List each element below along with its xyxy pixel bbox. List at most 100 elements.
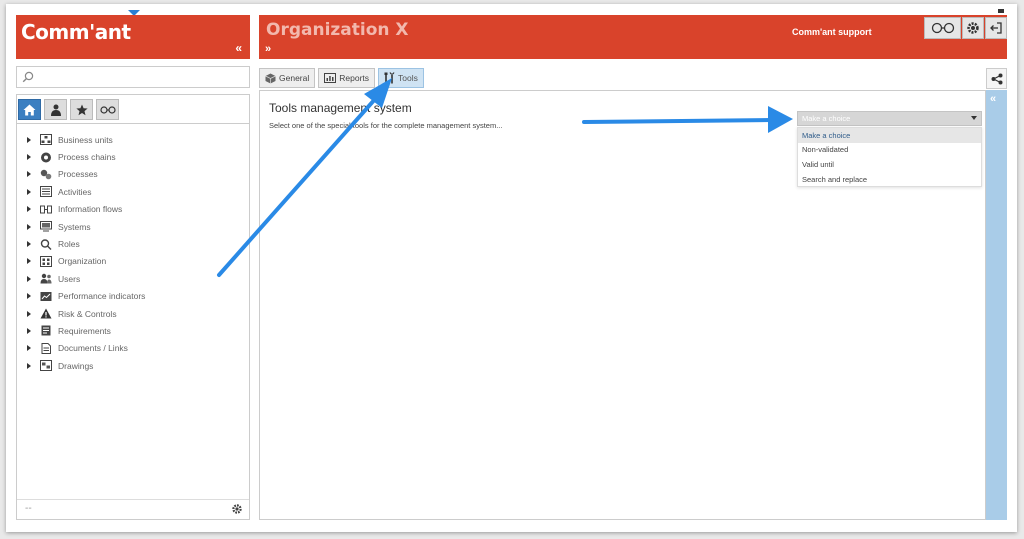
left-panel: Business units Process chains Processes … [16, 94, 250, 520]
home-icon [23, 104, 36, 115]
expand-arrow-icon[interactable] [27, 154, 31, 161]
information-flows-icon [40, 205, 52, 214]
option-search-and-replace[interactable]: Search and replace [798, 172, 981, 187]
share-button[interactable] [986, 68, 1007, 89]
tree-item-process-chains[interactable]: Process chains [27, 148, 145, 165]
tab-general[interactable]: General [259, 68, 316, 88]
option-make-a-choice[interactable]: Make a choice [798, 128, 981, 143]
tree-item-performance-indicators[interactable]: Performance indicators [27, 288, 145, 305]
tab-reports[interactable]: Reports [318, 68, 376, 88]
settings-button[interactable] [962, 17, 984, 39]
roles-icon [40, 238, 52, 250]
chevron-down-icon [971, 116, 977, 120]
footer-dash: -- [25, 503, 32, 514]
tree-item-users[interactable]: Users [27, 270, 145, 287]
star-icon [75, 104, 88, 115]
logout-icon [990, 22, 1002, 34]
activities-icon [40, 186, 52, 198]
right-header: Organization X » Comm'ant support [259, 15, 1007, 59]
tree-item-label: Information flows [58, 204, 123, 215]
tree-item-organization[interactable]: Organization [27, 253, 145, 270]
glasses-icon [99, 105, 116, 114]
expand-arrow-icon[interactable] [27, 310, 31, 317]
expand-arrow-icon[interactable] [27, 188, 31, 195]
tree-item-business-units[interactable]: Business units [27, 131, 145, 148]
logo: Comm'ant [21, 20, 131, 44]
tree-item-label: Systems [58, 221, 91, 232]
option-valid-until[interactable]: Valid until [798, 157, 981, 172]
tree-item-roles[interactable]: Roles [27, 235, 145, 252]
tool-select[interactable]: Make a choice [797, 111, 982, 126]
left-header: Comm'ant « [16, 15, 250, 59]
expand-arrow-icon[interactable] [27, 171, 31, 178]
view-mode-button[interactable] [924, 17, 961, 39]
tree-item-risk-controls[interactable]: Risk & Controls [27, 305, 145, 322]
business-units-icon [40, 134, 52, 146]
expand-arrow-icon[interactable] [27, 362, 31, 369]
section-description: Select one of the special tools for the … [269, 121, 503, 130]
sidebar-tab-users[interactable] [44, 99, 67, 120]
tree-item-label: Roles [58, 239, 80, 250]
expand-arrow-icon[interactable] [27, 258, 31, 265]
logout-button[interactable] [985, 17, 1007, 39]
tree-item-systems[interactable]: Systems [27, 218, 145, 235]
navigation-tree: Business units Process chains Processes … [27, 131, 145, 374]
tree-item-label: Users [58, 273, 81, 284]
sidebar-tab-favorites[interactable] [70, 99, 93, 120]
expand-arrow-icon[interactable] [27, 327, 31, 334]
tree-item-label: Business units [58, 134, 113, 145]
processes-icon [40, 169, 52, 180]
tree-item-label: Documents / Links [58, 343, 128, 354]
left-panel-footer: -- [17, 499, 249, 519]
search-input[interactable] [39, 69, 244, 85]
tree-item-information-flows[interactable]: Information flows [27, 201, 145, 218]
select-value: Make a choice [802, 114, 851, 123]
expand-arrow-icon[interactable] [27, 223, 31, 230]
tool-select-options: Make a choice Non-validated Valid until … [797, 127, 982, 188]
search-box[interactable] [16, 66, 250, 88]
expand-arrow-icon[interactable] [27, 241, 31, 248]
expand-arrow-icon[interactable] [27, 275, 31, 282]
expand-panel-button[interactable]: » [265, 43, 271, 55]
expand-arrow-icon[interactable] [27, 206, 31, 213]
systems-icon [40, 221, 52, 232]
tree-item-drawings[interactable]: Drawings [27, 357, 145, 374]
tools-icon [384, 72, 395, 84]
sidebar-tab-home[interactable] [18, 99, 41, 120]
expand-arrow-icon[interactable] [27, 136, 31, 143]
tab-label: General [279, 73, 310, 83]
tree-item-processes[interactable]: Processes [27, 166, 145, 183]
tree-item-label: Organization [58, 256, 107, 267]
notification-marker [998, 9, 1004, 13]
tree-item-requirements[interactable]: Requirements [27, 322, 145, 339]
tree-item-label: Requirements [58, 325, 111, 336]
collapse-strip-button[interactable]: « [990, 93, 996, 105]
tree-item-label: Process chains [58, 152, 116, 163]
tab-label: Reports [339, 73, 370, 83]
option-non-validated[interactable]: Non-validated [798, 143, 981, 158]
tree-item-activities[interactable]: Activities [27, 183, 145, 200]
divider [17, 123, 249, 124]
users-icon [40, 274, 52, 284]
tree-item-documents-links[interactable]: Documents / Links [27, 340, 145, 357]
expand-arrow-icon[interactable] [27, 345, 31, 352]
documents-links-icon [41, 342, 51, 354]
sidebar-tab-view[interactable] [96, 99, 119, 120]
support-link[interactable]: Comm'ant support [792, 27, 872, 37]
glasses-icon [931, 22, 954, 34]
page-title: Organization X [266, 20, 409, 40]
tree-item-label: Processes [58, 169, 98, 180]
collapse-left-button[interactable]: « [235, 41, 242, 55]
settings-gear-icon[interactable] [231, 503, 243, 515]
tab-label: Tools [398, 73, 418, 83]
report-icon [324, 73, 337, 83]
requirements-icon [41, 325, 51, 336]
sidebar-icon-tabs [18, 99, 119, 120]
tree-item-label: Drawings [58, 360, 94, 371]
right-side-strip: « [986, 90, 1007, 520]
expand-arrow-icon[interactable] [27, 293, 31, 300]
search-icon [22, 71, 34, 83]
tab-tools[interactable]: Tools [378, 68, 424, 88]
drawings-icon [40, 360, 52, 372]
performance-indicators-icon [40, 291, 52, 301]
